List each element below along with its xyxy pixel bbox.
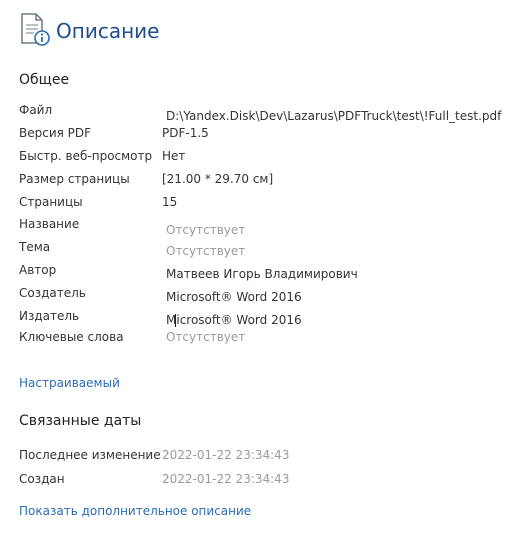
date-value: 2022-01-22 23:34:43 — [162, 448, 290, 462]
show-more-description-link[interactable]: Показать дополнительное описание — [19, 503, 251, 519]
property-label: Файл — [19, 103, 53, 117]
property-label: Размер страницы — [19, 172, 130, 186]
text-caret — [175, 314, 176, 327]
section-title-dates: Связанные даты — [19, 413, 142, 429]
property-value: Отсутствует — [166, 223, 246, 237]
property-value: Нет — [162, 149, 186, 163]
property-label: Издатель — [19, 309, 80, 323]
property-label: Ключевые слова — [19, 330, 124, 344]
property-label: Название — [19, 217, 80, 231]
custom-properties-link[interactable]: Настраиваемый — [19, 375, 120, 391]
date-label: Последнее изменение — [19, 448, 161, 462]
property-value: Отсутствует — [166, 330, 246, 344]
property-label: Быстр. веб-просмотр — [19, 149, 153, 163]
property-label: Страницы — [19, 195, 83, 209]
date-label: Создан — [19, 472, 65, 486]
property-value: Отсутствует — [166, 244, 246, 258]
property-label: Тема — [19, 240, 51, 254]
document-properties-panel: Описание Общее Файл D:\Yandex.Disk\Dev\La… — [0, 0, 512, 538]
section-title-general: Общее — [19, 72, 70, 88]
property-label: Автор — [19, 263, 57, 277]
property-value: 15 — [162, 195, 178, 209]
property-value: D:\Yandex.Disk\Dev\Lazarus\PDFTruck\test… — [166, 109, 502, 123]
date-value: 2022-01-22 23:34:43 — [162, 472, 290, 486]
property-label: Версия PDF — [19, 126, 92, 140]
property-value: Microsoft® Word 2016 — [166, 290, 302, 304]
page-title: Описание — [56, 19, 160, 43]
property-value: Microsoft® Word 2016 — [166, 313, 302, 327]
property-value: [21.00 * 29.70 см] — [162, 172, 274, 186]
property-value: PDF-1.5 — [162, 126, 209, 140]
property-label: Создатель — [19, 286, 86, 300]
property-value: Матвеев Игорь Владимирович — [166, 267, 358, 281]
document-info-icon — [21, 13, 50, 46]
